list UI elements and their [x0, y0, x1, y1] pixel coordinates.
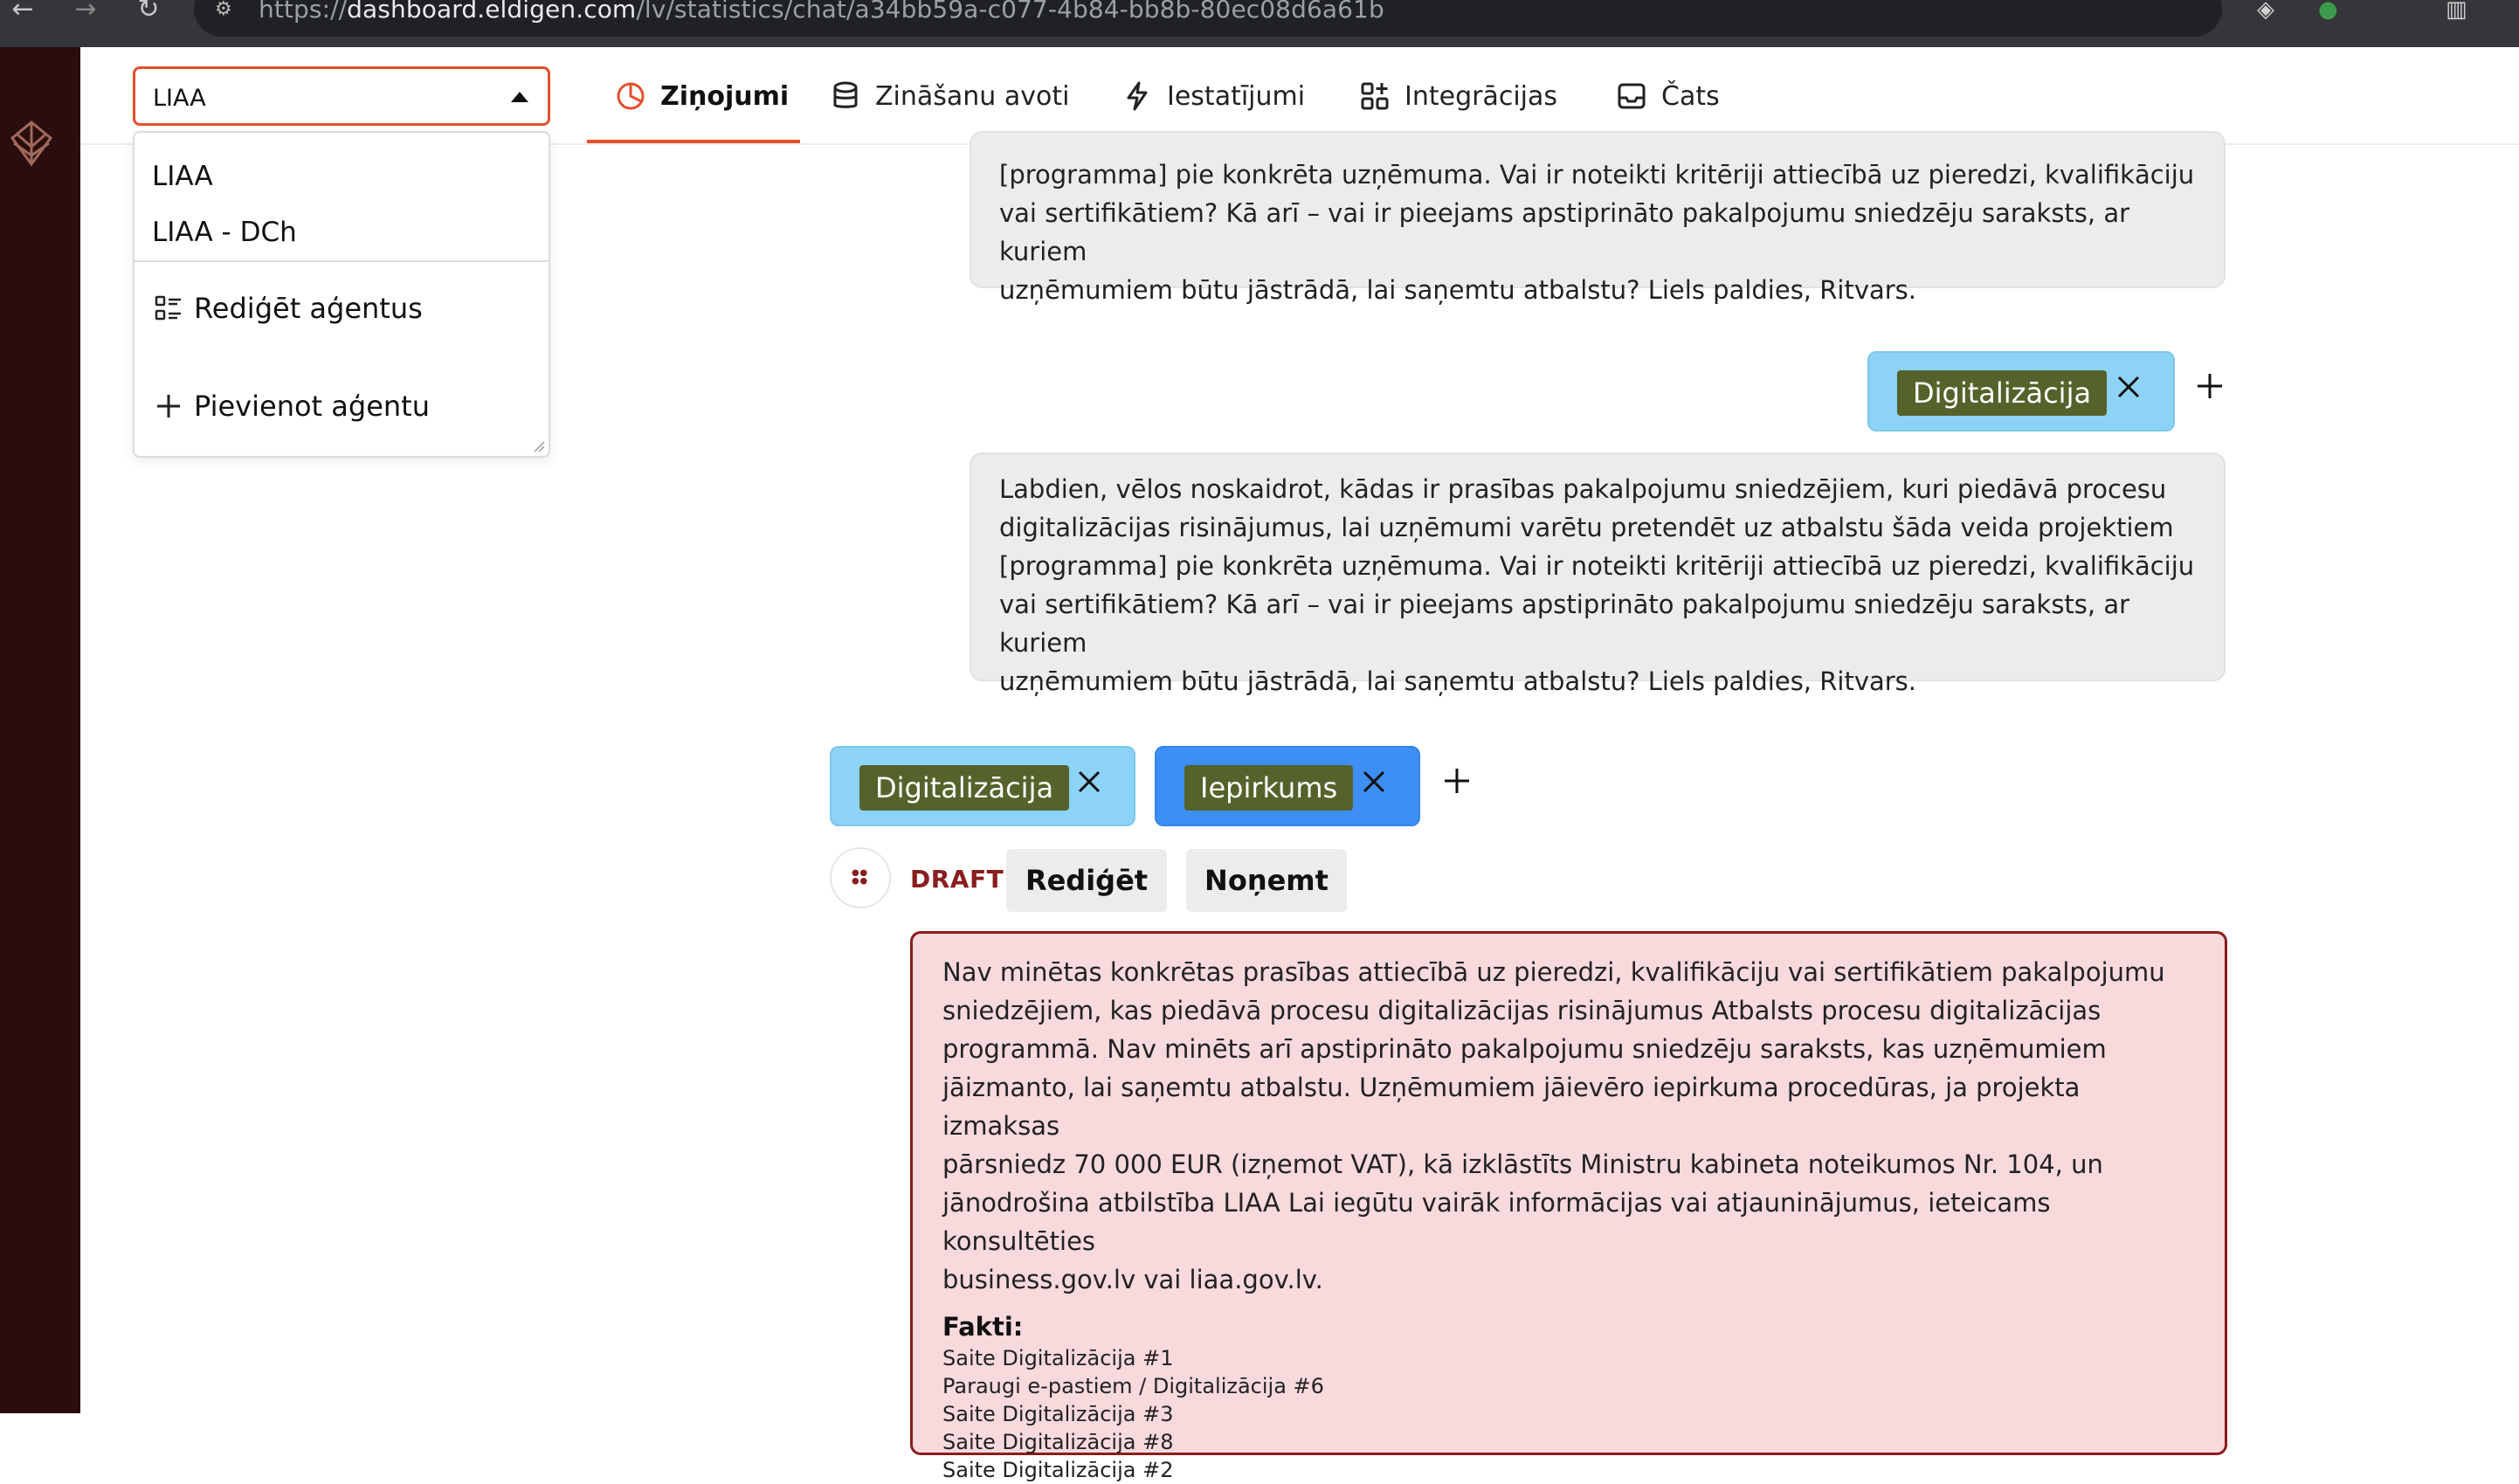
remove-button[interactable]: Noņemt	[1186, 849, 1347, 912]
message-bubble: [programma] pie konkrēta uzņēmuma. Vai i…	[970, 131, 2226, 305]
agent-select-value: LIAA	[153, 85, 206, 112]
dropdown-option-liaa-dch[interactable]: LIAA - DCh	[152, 217, 297, 248]
add-agent-label: Pievienot aģentu	[194, 390, 430, 423]
fact-link[interactable]: Saite Digitalizācija #3	[942, 1400, 2195, 1428]
fact-link[interactable]: Paraugi e-pastiem / Digitalizācija #6	[942, 1372, 2195, 1400]
fact-link[interactable]: Saite Digitalizācija #1	[942, 1344, 2195, 1372]
message-line: [programma] pie konkrēta uzņēmuma. Vai i…	[999, 160, 2195, 190]
message-line: Labdien, vēlos noskaidrot, kādas ir pras…	[999, 474, 2167, 504]
pie-chart-icon	[617, 82, 645, 110]
add-tag-plus-icon[interactable]	[1439, 763, 1474, 798]
inbox-icon	[1618, 83, 1646, 109]
edit-agents-label: Rediģēt aģentus	[194, 292, 423, 325]
tag-chip-container: Iepirkums	[1155, 746, 1420, 826]
extension-green-icon[interactable]: ●	[2318, 0, 2338, 21]
answer-line: sniedzējiem, kas piedāvā procesu digital…	[942, 996, 2101, 1025]
url-text[interactable]: https://dashboard.eldigen.com/lv/statist…	[259, 0, 1384, 23]
user-message-bubble: Labdien, vēlos noskaidrot, kādas ir pras…	[970, 452, 2226, 696]
edit-button[interactable]: Rediģēt	[1006, 849, 1167, 912]
apps-plus-icon	[1361, 82, 1389, 110]
fact-link[interactable]: Saite Digitalizācija #8	[942, 1428, 2195, 1456]
draft-answer-text: Nav minētas konkrētas prasības attiecībā…	[942, 953, 2195, 1299]
caret-up-icon	[511, 92, 528, 102]
active-tab-indicator	[587, 140, 800, 143]
tag-chip-container: Digitalizācija	[1867, 351, 2175, 431]
list-edit-icon	[155, 295, 181, 321]
answer-line: programmā. Nav minēts arī apstiprināto p…	[942, 1034, 2107, 1064]
message-line: vai sertifikātiem? Kā arī – vai ir pieej…	[999, 198, 2130, 266]
bolt-icon	[1127, 81, 1148, 111]
message-line: vai sertifikātiem? Kā arī – vai ir pieej…	[999, 590, 2130, 658]
message-line: digitalizācijas risinājumus, lai uzņēmum…	[999, 513, 2174, 542]
address-bar[interactable]: ⚙ https://dashboard.eldigen.com/lv/stati…	[194, 0, 2222, 37]
dots-icon	[852, 869, 867, 885]
answer-line: pārsniedz 70 000 EUR (izņemot VAT), kā i…	[942, 1149, 2103, 1179]
extension-icon[interactable]: ▥	[2446, 0, 2467, 21]
dropdown-option-liaa[interactable]: LIAA	[152, 161, 213, 192]
tab-label: Iestatījumi	[1167, 80, 1306, 112]
answer-line: Nav minētas konkrētas prasības attiecībā…	[942, 957, 2165, 987]
tab-label: Integrācijas	[1404, 80, 1558, 112]
draft-answer-box: Nav minētas konkrētas prasības attiecībā…	[910, 931, 2227, 1482]
tab-label: Zināšanu avoti	[875, 80, 1070, 112]
tag-chip: Iepirkums	[1184, 765, 1354, 811]
fact-link[interactable]: Saite Digitalizācija #2	[942, 1456, 2195, 1484]
answer-line: business.gov.lv vai liaa.gov.lv.	[942, 1265, 1323, 1294]
close-icon[interactable]	[2114, 372, 2143, 402]
forward-arrow-icon[interactable]: →	[68, 0, 103, 26]
facts-heading: Fakti:	[942, 1312, 1024, 1342]
agent-avatar	[830, 847, 891, 908]
left-sidebar	[0, 47, 80, 1413]
tag-chip-container: Digitalizācija	[830, 746, 1135, 826]
tab-zinojumi[interactable]: Ziņojumi	[615, 47, 789, 145]
extension-shield-icon[interactable]: ◈	[2257, 0, 2274, 21]
agent-dropdown-menu: LIAA LIAA - DCh Rediģēt aģentus Pievieno…	[133, 131, 550, 458]
tab-label: Čats	[1661, 80, 1720, 112]
dropdown-divider	[135, 260, 549, 262]
message-line: uzņēmumiem būtu jāstrādā, lai saņemtu at…	[999, 275, 1917, 305]
tab-label: Ziņojumi	[660, 80, 790, 112]
resize-handle-icon[interactable]	[533, 440, 545, 452]
message-line: [programma] pie konkrēta uzņēmuma. Vai i…	[999, 551, 2195, 581]
browser-toolbar: ← → ↻ ⚙ https://dashboard.eldigen.com/lv…	[0, 0, 2519, 47]
add-tag-plus-icon[interactable]	[2192, 369, 2227, 404]
tag-chip: Digitalizācija	[1897, 370, 2108, 416]
reload-icon[interactable]: ↻	[131, 0, 166, 26]
plus-icon	[157, 395, 180, 418]
database-icon	[833, 81, 858, 108]
agent-select[interactable]: LIAA	[133, 66, 550, 126]
add-agent-button[interactable]: Pievienot aģentu	[154, 390, 430, 423]
close-icon[interactable]	[1074, 767, 1104, 797]
answer-line: jānodrošina atbilstība LIAA Lai iegūtu v…	[942, 1188, 2051, 1256]
edit-agents-button[interactable]: Rediģēt aģentus	[154, 292, 423, 325]
back-arrow-icon[interactable]: ←	[5, 0, 40, 26]
site-settings-icon[interactable]: ⚙	[215, 0, 239, 20]
draft-status-badge: DRAFT	[910, 865, 1004, 894]
answer-line: jāizmanto, lai saņemtu atbalstu. Uzņēmum…	[942, 1073, 2081, 1141]
message-line: uzņēmumiem būtu jāstrādā, lai saņemtu at…	[999, 666, 1917, 696]
eldigen-logo-icon[interactable]	[7, 117, 56, 169]
close-icon[interactable]	[1359, 767, 1389, 797]
tag-chip: Digitalizācija	[859, 765, 1070, 811]
